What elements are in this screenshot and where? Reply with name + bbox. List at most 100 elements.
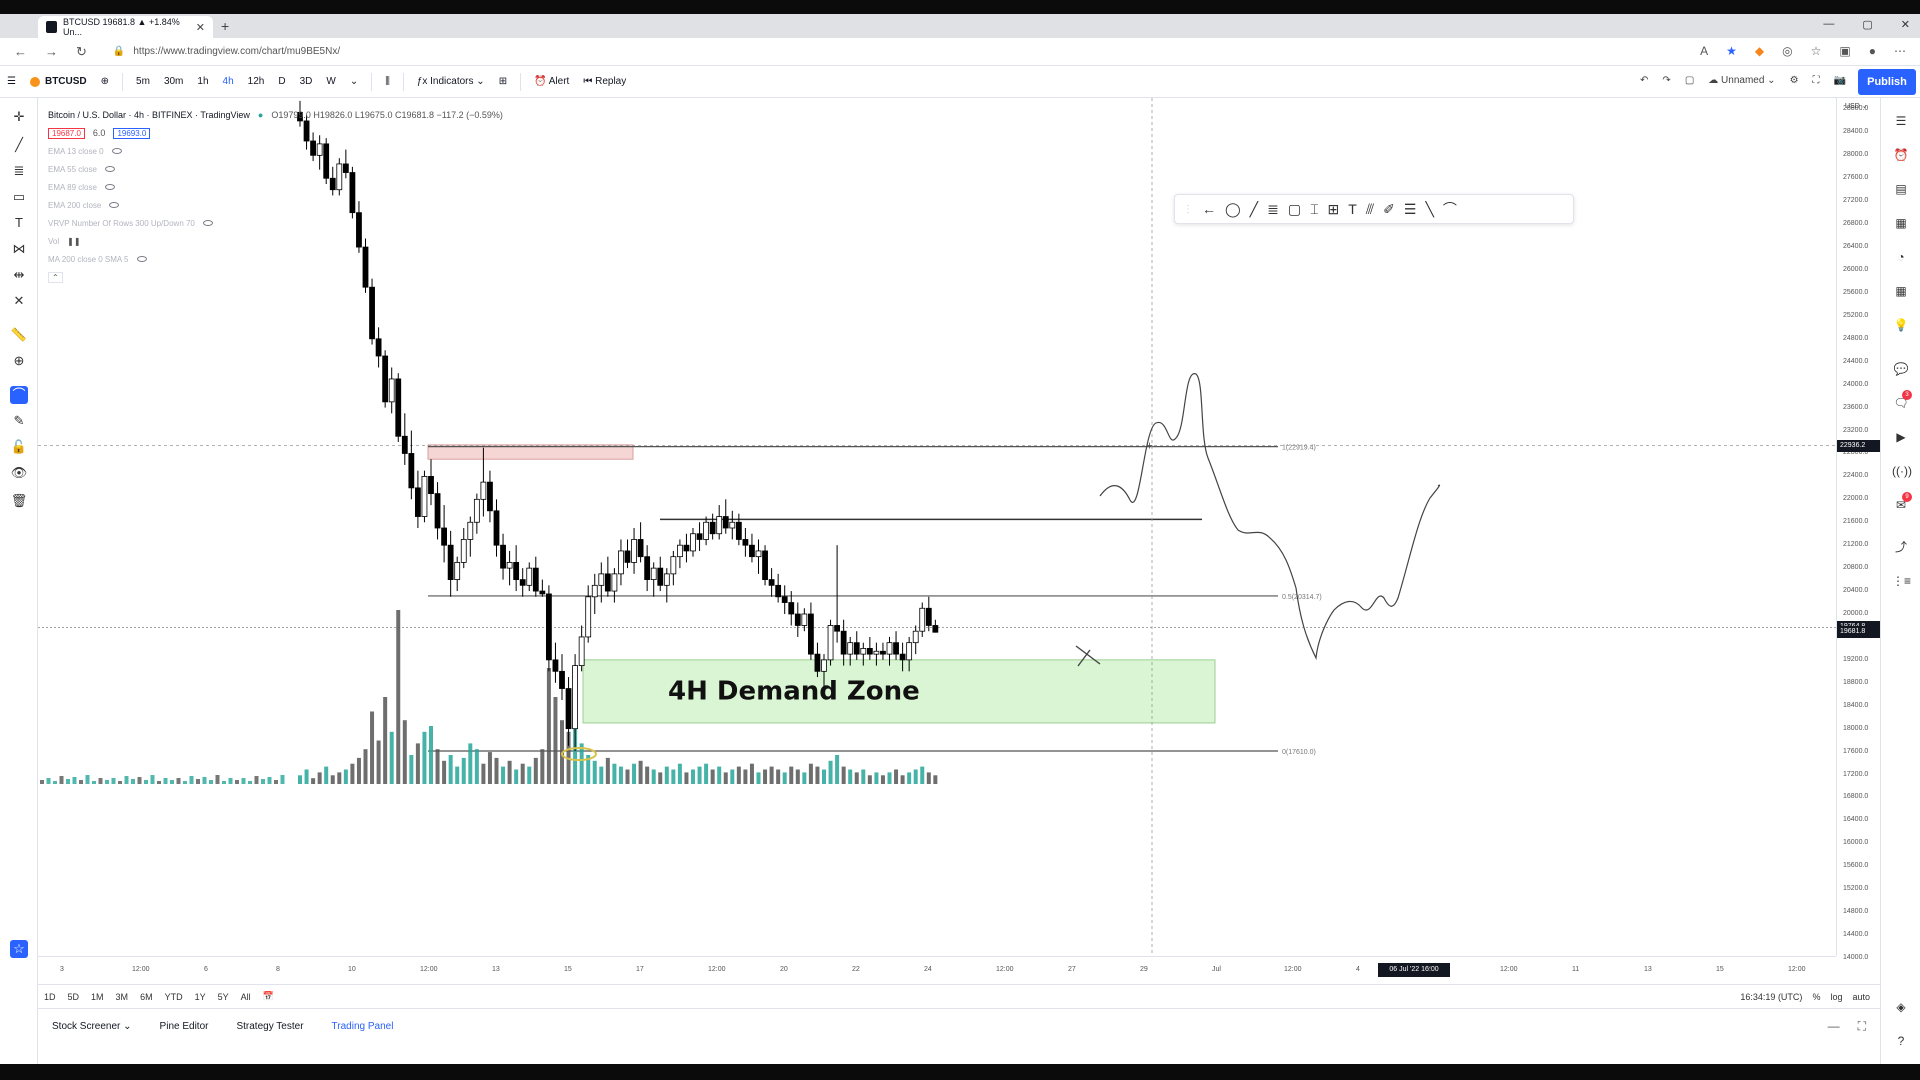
eye-icon[interactable]: [111, 148, 122, 154]
replay-button[interactable]: ⏮ Replay: [576, 76, 633, 87]
collections-icon[interactable]: ▣: [1839, 44, 1850, 58]
publish-button[interactable]: Publish: [1858, 69, 1916, 95]
chart-pane[interactable]: 1(22919.4) 0.5(20314.7) 0(17610.0) +4H Dema…: [38, 98, 1836, 956]
pencil-link-icon[interactable]: ✐: [1383, 201, 1395, 218]
indicators-button[interactable]: ƒx Indicators ⌄: [410, 76, 492, 87]
percent-toggle[interactable]: %: [1812, 992, 1820, 1002]
range-1d[interactable]: 1D: [38, 992, 62, 1002]
range-1m[interactable]: 1M: [85, 992, 110, 1002]
tab-close-icon[interactable]: ✕: [196, 21, 205, 34]
metamask-icon[interactable]: ◆: [1755, 44, 1764, 58]
eye-icon[interactable]: [202, 220, 213, 226]
rectangle-icon[interactable]: ▭: [10, 188, 28, 206]
eye-icon[interactable]: [136, 256, 147, 262]
price-axis[interactable]: USD ⌄ 28800.0 28400.0 28000.0 27600.0 27200.…: [1836, 98, 1881, 961]
back-icon[interactable]: ←: [14, 44, 27, 60]
fib-icon[interactable]: ≣: [1267, 201, 1279, 218]
grid-icon[interactable]: ⊞: [1327, 201, 1339, 218]
lock-drawings-icon[interactable]: 🔓: [10, 438, 28, 456]
layout-name[interactable]: ☁ Unnamed ⌄: [1708, 75, 1775, 86]
forecasting-icon[interactable]: ⇹: [10, 266, 28, 284]
broadcast-icon[interactable]: ((·)): [1892, 462, 1912, 480]
gann-icon[interactable]: ☰: [1404, 201, 1417, 218]
arrow-left-icon[interactable]: ←: [1202, 201, 1216, 217]
parallel-channel-icon[interactable]: ⫻: [1366, 201, 1374, 218]
crosshair-icon[interactable]: ✛: [10, 108, 28, 126]
menu-hamburger-icon[interactable]: ☰: [0, 76, 23, 87]
close-window-icon[interactable]: ✕: [1901, 18, 1910, 31]
eye-icon[interactable]: [109, 202, 120, 208]
eye-icon[interactable]: [104, 166, 115, 172]
tab-strategy-tester[interactable]: Strategy Tester: [222, 1021, 317, 1032]
extension-icon[interactable]: ◎: [1782, 44, 1792, 58]
text-tool-icon[interactable]: T: [1348, 201, 1357, 217]
help-icon[interactable]: ?: [1892, 1032, 1910, 1050]
collapse-legend-icon[interactable]: ⌃: [48, 271, 63, 283]
magnet-icon[interactable]: ⌒: [10, 386, 28, 404]
range-1y[interactable]: 1Y: [189, 992, 212, 1002]
tab-pine-editor[interactable]: Pine Editor: [146, 1021, 223, 1032]
trash-icon[interactable]: 🗑: [10, 492, 28, 510]
hotlist-icon[interactable]: ◔: [1892, 248, 1910, 266]
range-5d[interactable]: 5D: [62, 992, 86, 1002]
object-tree-icon[interactable]: ⋮≡: [1892, 572, 1911, 590]
fib-retracement-icon[interactable]: ≣: [10, 162, 28, 180]
range-3m[interactable]: 3M: [110, 992, 135, 1002]
log-toggle[interactable]: log: [1830, 992, 1842, 1002]
zoom-in-icon[interactable]: ⊕: [10, 352, 28, 370]
indicator-ma200[interactable]: MA 200 close 0 SMA 5: [48, 255, 129, 264]
maximize-panel-icon[interactable]: ⛶: [1858, 1019, 1866, 1034]
favorites-star-icon[interactable]: ☆: [10, 940, 28, 958]
indicator-vrvp[interactable]: VRVP Number Of Rows 300 Up/Down 70: [48, 219, 195, 228]
data-window-icon[interactable]: ▤: [1892, 180, 1910, 198]
text-icon[interactable]: T: [10, 214, 28, 232]
profile-icon[interactable]: ●: [1869, 44, 1876, 58]
symbol-search[interactable]: BTCUSD: [23, 76, 94, 87]
new-tab-icon[interactable]: +: [221, 18, 229, 34]
pattern-icon[interactable]: ⋈: [10, 240, 28, 258]
minimize-icon[interactable]: —: [1823, 18, 1834, 31]
trend-line-icon[interactable]: ╱: [10, 136, 28, 154]
indicator-vol[interactable]: Vol: [48, 237, 59, 246]
chats-icon[interactable]: 💬: [1892, 360, 1910, 378]
indicator-ema13[interactable]: EMA 13 close 0: [48, 147, 104, 156]
interval-d[interactable]: D: [271, 76, 292, 87]
layout-select-icon[interactable]: ▢: [1685, 75, 1694, 86]
range-ytd[interactable]: YTD: [159, 992, 189, 1002]
interval-dropdown-icon[interactable]: ⌄: [343, 76, 365, 87]
alerts-clock-icon[interactable]: ⏰: [1892, 146, 1910, 164]
remove-drawings-icon[interactable]: ✕: [10, 292, 28, 310]
fullscreen-icon[interactable]: ⛶: [1813, 75, 1820, 86]
indicator-ema55[interactable]: EMA 55 close: [48, 165, 97, 174]
browser-tab[interactable]: BTCUSD 19681.8 ▲ +1.84% Un... ✕: [38, 16, 213, 38]
interval-1h[interactable]: 1h: [190, 76, 215, 87]
drag-handle-icon[interactable]: ⋮: [1183, 204, 1193, 215]
curve-icon[interactable]: ⌒: [1443, 199, 1457, 219]
ruler-icon[interactable]: 📏: [10, 326, 28, 344]
undo-icon[interactable]: ↶: [1640, 75, 1648, 86]
reload-icon[interactable]: ↻: [76, 44, 87, 60]
range-all[interactable]: All: [235, 992, 257, 1002]
interval-w[interactable]: W: [319, 76, 342, 87]
read-aloud-icon[interactable]: A: [1700, 44, 1708, 58]
time-axis[interactable]: 06 Jul '22 16:00 3 12:00 6 8 10 12:00 13 15 17 12…: [38, 956, 1836, 984]
eye-icon[interactable]: [104, 184, 115, 190]
hide-drawings-icon[interactable]: 👁: [10, 464, 28, 482]
vertical-measure-icon[interactable]: ⌶: [1310, 201, 1318, 218]
favorite-star-icon[interactable]: ★: [1726, 44, 1737, 58]
layers-icon[interactable]: ◈: [1892, 998, 1910, 1016]
tab-stock-screener[interactable]: Stock Screener ⌄: [38, 1021, 146, 1032]
buy-price[interactable]: 19693.0: [113, 127, 151, 139]
menu-icon[interactable]: ⋯: [1894, 44, 1906, 58]
favorites-icon[interactable]: ☆: [1811, 44, 1822, 58]
range-5y[interactable]: 5Y: [212, 992, 235, 1002]
compare-symbol-icon[interactable]: ⊕: [94, 76, 116, 87]
streams-icon[interactable]: ▶: [1892, 428, 1910, 446]
watchlist-icon[interactable]: ☰: [1892, 112, 1910, 130]
brush-icon[interactable]: ╲: [1425, 201, 1433, 218]
templates-icon[interactable]: ⊞: [492, 76, 514, 87]
forward-icon[interactable]: →: [45, 44, 58, 60]
snapshot-camera-icon[interactable]: 📷: [1834, 75, 1846, 86]
stay-in-drawing-mode-icon[interactable]: ✎: [10, 412, 28, 430]
interval-30m[interactable]: 30m: [157, 76, 190, 87]
